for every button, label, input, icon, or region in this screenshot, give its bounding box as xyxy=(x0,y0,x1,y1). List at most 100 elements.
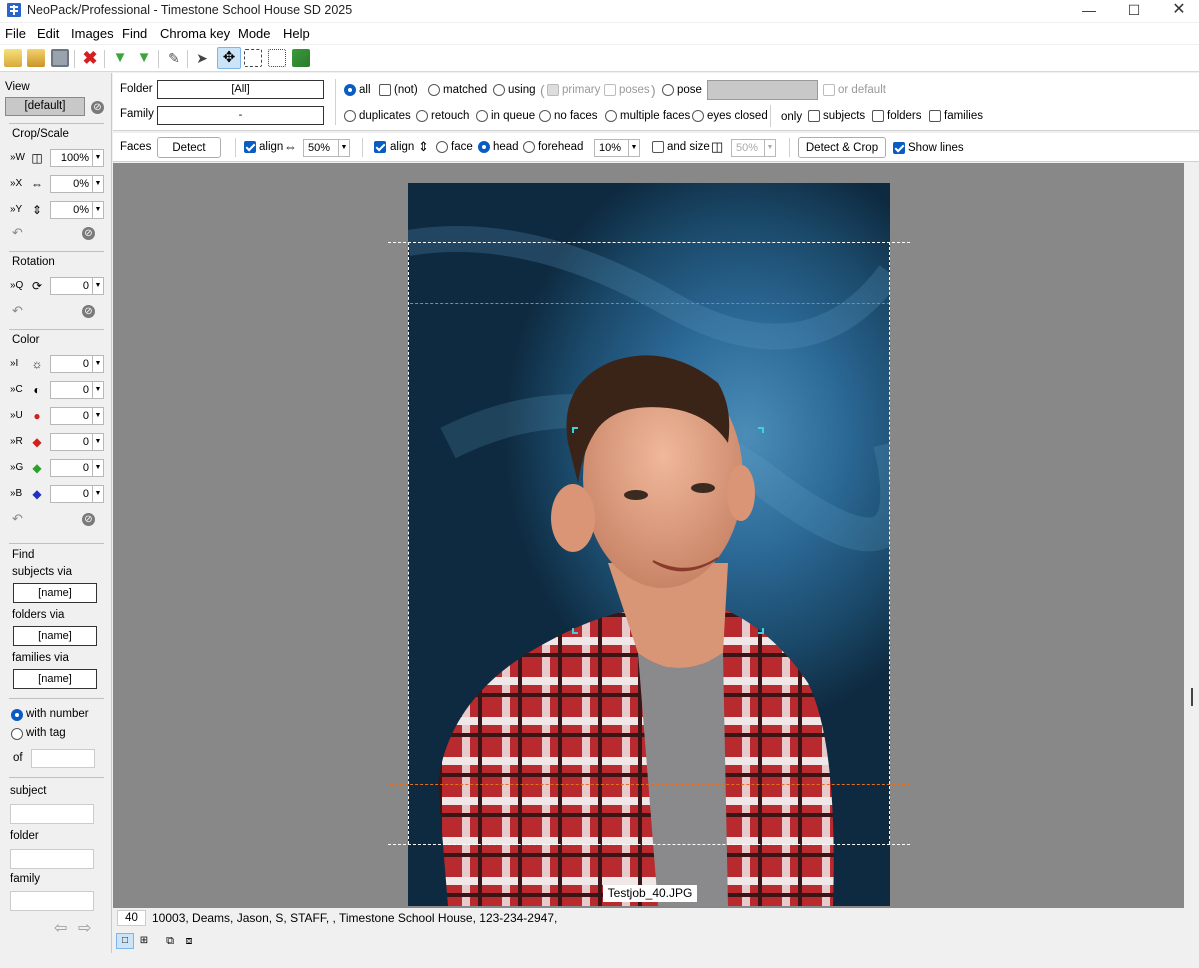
forehead-radio[interactable] xyxy=(523,141,535,153)
color-i-dropdown[interactable]: ▼ xyxy=(92,355,104,373)
rotation-dropdown[interactable]: ▼ xyxy=(92,277,104,295)
filter-poses-checkbox[interactable] xyxy=(604,84,616,96)
delete-icon[interactable]: ✖ xyxy=(81,49,99,67)
color-i-input[interactable]: 0 xyxy=(50,355,94,373)
green-screen-icon[interactable] xyxy=(292,49,310,67)
import-icon[interactable]: ▼ xyxy=(111,49,129,67)
previous-arrow-icon[interactable]: ⇦ xyxy=(54,918,67,938)
rotation-undo-icon[interactable]: ↶ xyxy=(12,303,23,319)
only-subjects-checkbox[interactable] xyxy=(808,110,820,122)
save-icon[interactable] xyxy=(51,49,69,67)
menu-images[interactable]: Images xyxy=(71,26,114,41)
head-radio[interactable] xyxy=(478,141,490,153)
family-field[interactable] xyxy=(10,891,94,911)
image-number[interactable]: 40 xyxy=(117,910,146,926)
color-reset-icon[interactable]: ⊘ xyxy=(82,513,95,526)
crop-y-input[interactable]: 0% xyxy=(50,201,94,219)
filter-matched-radio[interactable] xyxy=(428,84,440,96)
brush-icon[interactable]: ✎ xyxy=(165,49,183,67)
and-size-checkbox[interactable] xyxy=(652,141,664,153)
filter-retouch-radio[interactable] xyxy=(416,110,428,122)
vertical-scrollbar[interactable] xyxy=(1184,163,1199,908)
grid-view-icon[interactable]: ⊞ xyxy=(136,933,152,949)
menu-file[interactable]: File xyxy=(5,26,26,41)
families-via-field[interactable]: [name] xyxy=(13,669,97,689)
crop-x-input[interactable]: 0% xyxy=(50,175,94,193)
maximize-button[interactable]: ☐ xyxy=(1111,0,1157,22)
only-folders-checkbox[interactable] xyxy=(872,110,884,122)
align-horizontal-checkbox[interactable] xyxy=(244,141,256,153)
color-g-input[interactable]: 0 xyxy=(50,459,94,477)
filter-no-faces-radio[interactable] xyxy=(539,110,551,122)
color-b-input[interactable]: 0 xyxy=(50,485,94,503)
lock-view-icon[interactable]: ⧈ xyxy=(181,933,197,949)
filter-pose-radio[interactable] xyxy=(662,84,674,96)
rotation-input[interactable]: 0 xyxy=(50,277,94,295)
filter-multiple-faces-radio[interactable] xyxy=(605,110,617,122)
menu-help[interactable]: Help xyxy=(283,26,310,41)
single-view-icon[interactable]: □ xyxy=(116,933,134,949)
align-horizontal-dropdown[interactable]: ▼ xyxy=(338,139,350,157)
family-select[interactable]: - xyxy=(157,106,324,125)
show-lines-checkbox[interactable] xyxy=(893,142,905,154)
color-r-input[interactable]: 0 xyxy=(50,433,94,451)
detect-crop-button[interactable]: Detect & Crop xyxy=(798,137,886,158)
close-button[interactable]: ✕ xyxy=(1156,0,1199,22)
portrait-photo[interactable] xyxy=(408,183,890,906)
with-number-radio[interactable] xyxy=(11,709,23,721)
subjects-via-field[interactable]: [name] xyxy=(13,583,97,603)
of-field[interactable] xyxy=(31,749,95,768)
rotation-reset-icon[interactable]: ⊘ xyxy=(82,305,95,318)
compare-view-icon[interactable]: ⧉ xyxy=(162,933,178,949)
align-horizontal-value[interactable]: 50% xyxy=(303,139,343,157)
crop-x-dropdown[interactable]: ▼ xyxy=(92,175,104,193)
color-c-input[interactable]: 0 xyxy=(50,381,94,399)
face-radio[interactable] xyxy=(436,141,448,153)
filter-in-queue-radio[interactable] xyxy=(476,110,488,122)
color-undo-icon[interactable]: ↶ xyxy=(12,511,23,527)
folders-via-field[interactable]: [name] xyxy=(13,626,97,646)
filter-all-radio[interactable] xyxy=(344,84,356,96)
filter-not-checkbox[interactable] xyxy=(379,84,391,96)
crop-undo-icon[interactable]: ↶ xyxy=(12,225,23,241)
subject-field[interactable] xyxy=(10,804,94,824)
crop-w-dropdown[interactable]: ▼ xyxy=(92,149,104,167)
view-select[interactable]: [default] xyxy=(5,97,85,116)
move-tool-icon[interactable]: ✥ xyxy=(217,47,241,69)
scrollbar-thumb[interactable] xyxy=(1191,688,1193,706)
crop-y-dropdown[interactable]: ▼ xyxy=(92,201,104,219)
forehead-pct-dropdown[interactable]: ▼ xyxy=(628,139,640,157)
menu-mode[interactable]: Mode xyxy=(238,26,271,41)
region-select-icon[interactable] xyxy=(268,49,286,67)
color-r-dropdown[interactable]: ▼ xyxy=(92,433,104,451)
open-folder-icon[interactable] xyxy=(27,49,45,67)
color-u-dropdown[interactable]: ▼ xyxy=(92,407,104,425)
minimize-button[interactable]: — xyxy=(1066,0,1112,22)
filter-duplicates-radio[interactable] xyxy=(344,110,356,122)
folder-field[interactable] xyxy=(10,849,94,869)
new-icon[interactable] xyxy=(4,49,22,67)
filter-primary-checkbox[interactable] xyxy=(547,84,559,96)
color-u-input[interactable]: 0 xyxy=(50,407,94,425)
menu-chroma-key[interactable]: Chroma key xyxy=(160,26,230,41)
pointer-icon[interactable]: ➤ xyxy=(193,49,211,67)
with-tag-radio[interactable] xyxy=(11,728,23,740)
color-g-dropdown[interactable]: ▼ xyxy=(92,459,104,477)
filter-eyes-closed-radio[interactable] xyxy=(692,110,704,122)
next-arrow-icon[interactable]: ⇨ xyxy=(78,918,91,938)
or-default-checkbox[interactable] xyxy=(823,84,835,96)
pose-select[interactable] xyxy=(707,80,818,100)
crop-select-icon[interactable] xyxy=(244,49,262,67)
crop-reset-icon[interactable]: ⊘ xyxy=(82,227,95,240)
folder-select[interactable]: [All] xyxy=(157,80,324,99)
color-c-dropdown[interactable]: ▼ xyxy=(92,381,104,399)
size-dropdown[interactable]: ▼ xyxy=(764,139,776,157)
menu-find[interactable]: Find xyxy=(122,26,147,41)
export-icon[interactable]: ▼ xyxy=(135,49,153,67)
filter-using-radio[interactable] xyxy=(493,84,505,96)
view-reset-icon[interactable]: ⊘ xyxy=(91,101,104,114)
color-b-dropdown[interactable]: ▼ xyxy=(92,485,104,503)
align-vertical-checkbox[interactable] xyxy=(374,141,386,153)
only-families-checkbox[interactable] xyxy=(929,110,941,122)
menu-edit[interactable]: Edit xyxy=(37,26,59,41)
